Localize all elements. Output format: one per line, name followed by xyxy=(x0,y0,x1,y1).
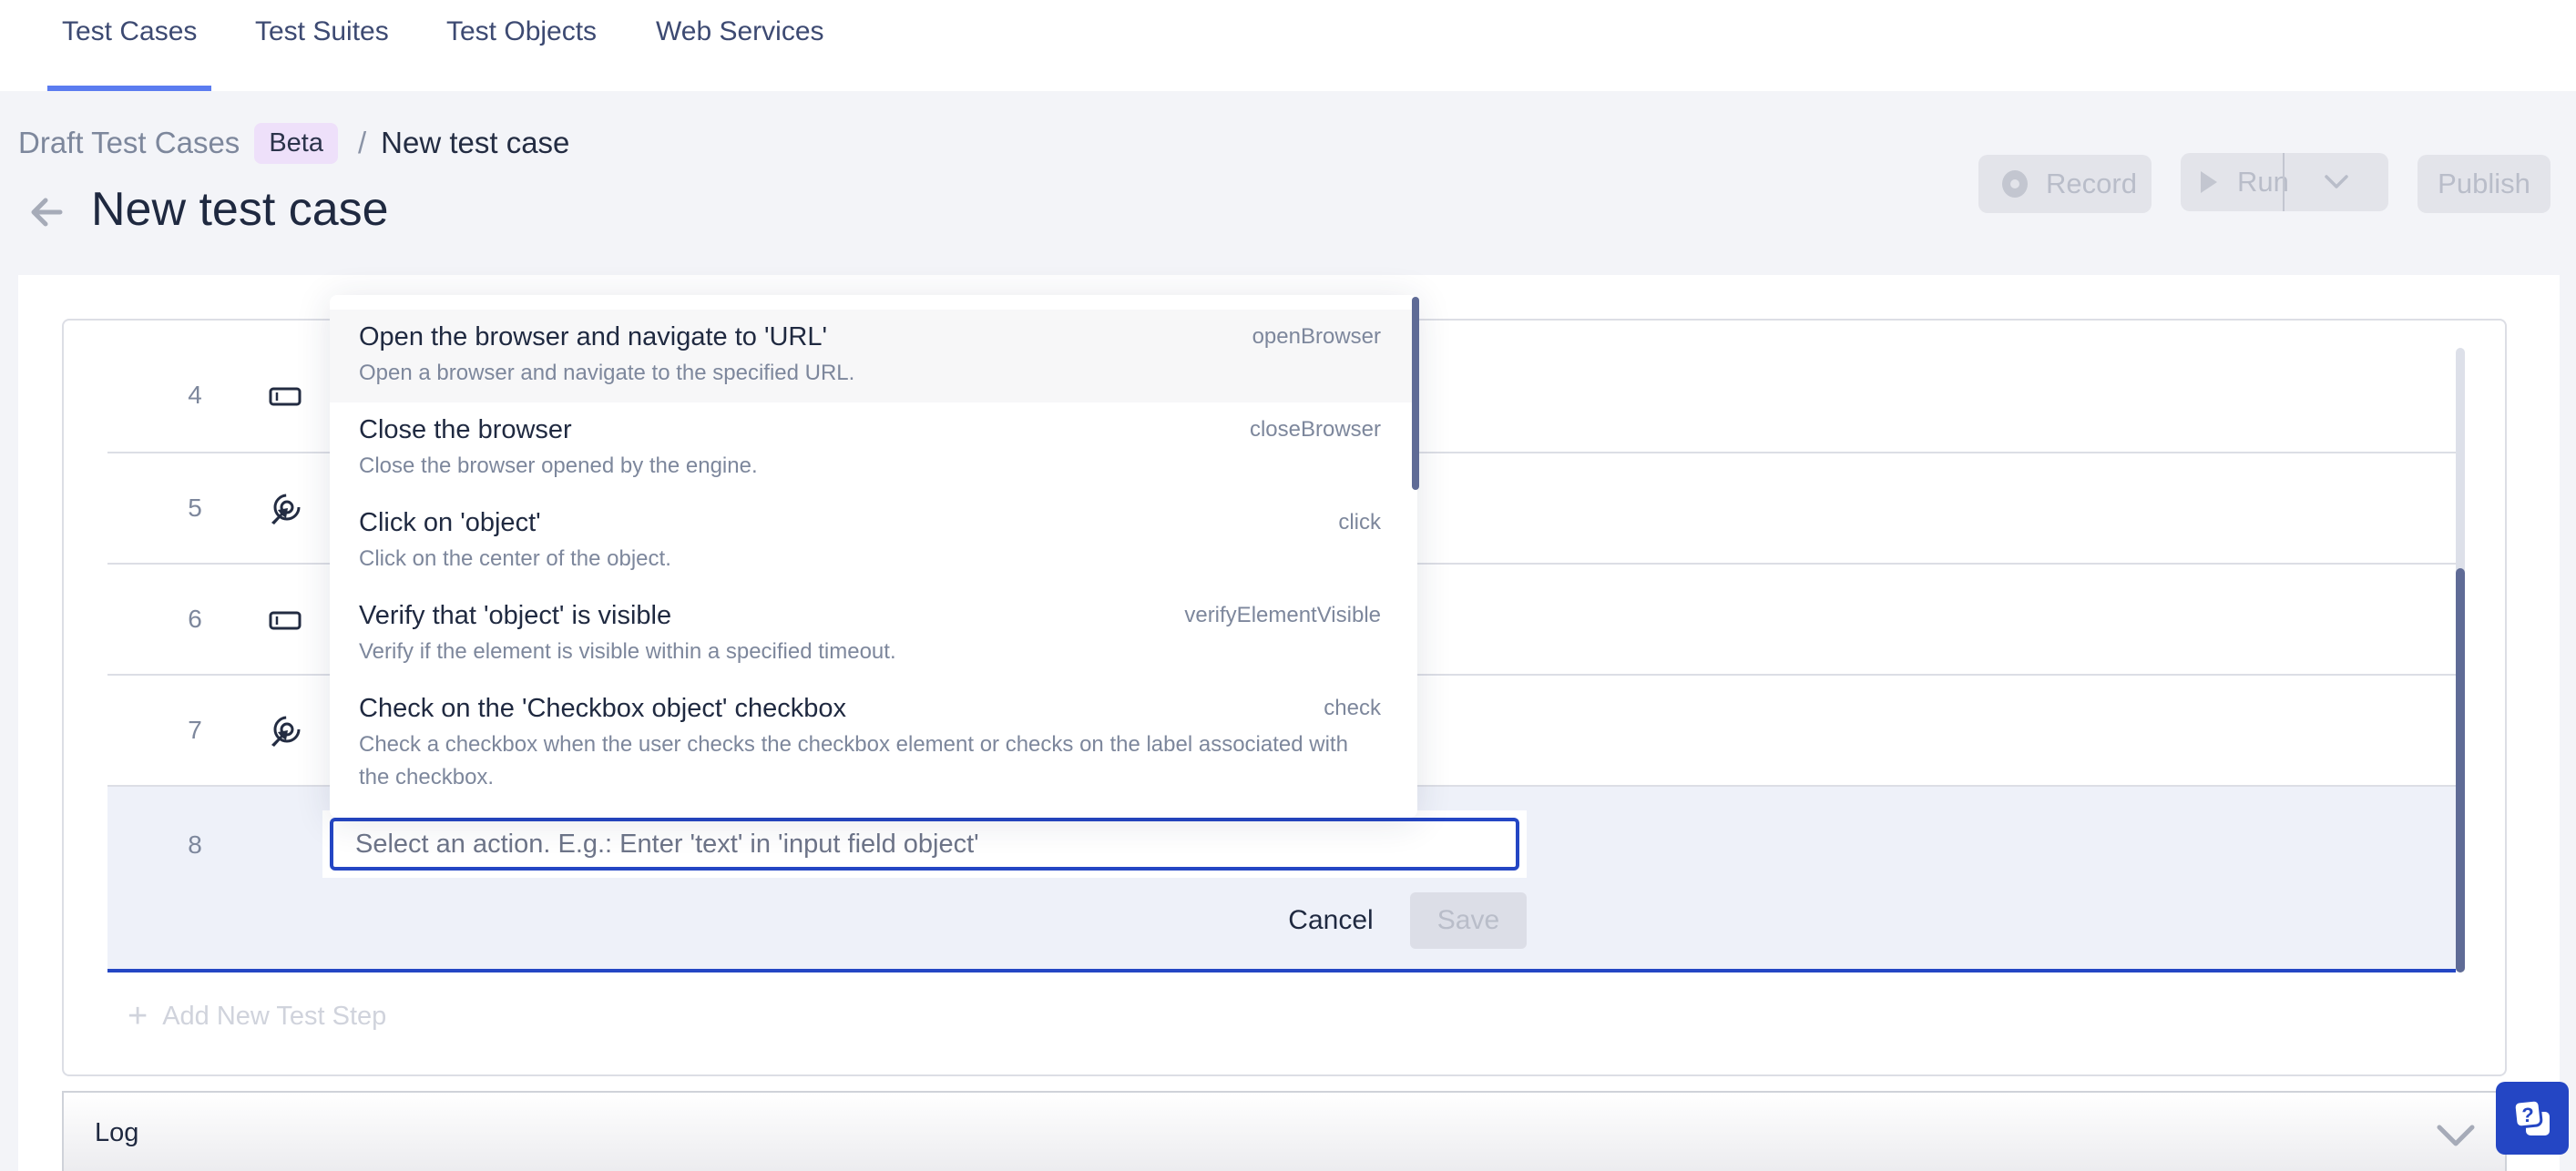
step-number: 8 xyxy=(188,830,202,859)
action-option-close-browser[interactable]: Close the browser Close the browser open… xyxy=(330,402,1414,495)
action-option-title: Verify that 'object' is visible xyxy=(359,601,672,630)
click-target-icon xyxy=(268,714,302,748)
step-number: 4 xyxy=(188,381,202,409)
breadcrumb-current: New test case xyxy=(381,126,570,159)
action-option-keyword: verifyElementVisible xyxy=(1184,603,1381,627)
action-option-description: Open a browser and navigate to the speci… xyxy=(359,361,855,385)
record-label: Record xyxy=(2046,168,2137,199)
action-option-keyword: closeBrowser xyxy=(1249,417,1381,442)
action-option-keyword: openBrowser xyxy=(1252,324,1381,349)
chevron-down-icon[interactable] xyxy=(2436,1124,2476,1149)
run-button-group: Run xyxy=(2181,153,2388,211)
action-option-keyword: check xyxy=(1324,696,1381,720)
action-option-title: Close the browser xyxy=(359,415,572,444)
action-search-input[interactable] xyxy=(330,818,1519,871)
action-option-check[interactable]: Check on the 'Checkbox object' checkbox … xyxy=(330,681,1414,818)
active-tab-indicator xyxy=(47,86,211,91)
action-option-title: Check on the 'Checkbox object' checkbox xyxy=(359,694,846,723)
step-number: 7 xyxy=(188,716,202,744)
run-button[interactable]: Run xyxy=(2181,153,2289,211)
page-title: New test case xyxy=(91,183,389,236)
breadcrumb-parent-link[interactable]: Draft Test Cases xyxy=(18,126,240,160)
add-new-test-step-button[interactable]: + Add New Test Step xyxy=(128,996,387,1035)
action-option-description: Verify if the element is visible within … xyxy=(359,639,896,664)
top-nav: Test Cases Test Suites Test Objects Web … xyxy=(0,0,2576,91)
publish-button[interactable]: Publish xyxy=(2418,155,2550,213)
run-options-dropdown[interactable] xyxy=(2285,153,2388,211)
action-option-keyword: click xyxy=(1338,510,1381,535)
breadcrumb-separator: / xyxy=(357,126,367,159)
tab-web-services[interactable]: Web Services xyxy=(656,16,824,91)
step-number: 5 xyxy=(188,494,202,522)
cancel-button[interactable]: Cancel xyxy=(1277,892,1385,949)
breadcrumb: Draft Test Cases Beta / New test case xyxy=(18,122,569,164)
record-icon xyxy=(2002,170,2028,198)
log-panel[interactable]: Log xyxy=(62,1091,2507,1171)
action-suggestions-dropdown: Open the browser and navigate to 'URL' O… xyxy=(330,295,1417,818)
record-button[interactable]: Record xyxy=(1978,155,2152,213)
click-target-icon xyxy=(268,492,302,526)
tab-test-cases[interactable]: Test Cases xyxy=(62,16,197,91)
action-option-title: Click on 'object' xyxy=(359,508,541,537)
tab-test-objects[interactable]: Test Objects xyxy=(446,16,597,91)
input-field-icon xyxy=(268,603,302,637)
steps-scrollbar-thumb[interactable] xyxy=(2456,568,2465,972)
action-option-click[interactable]: Click on 'object' Click on the center of… xyxy=(330,495,1414,588)
tab-test-suites[interactable]: Test Suites xyxy=(255,16,389,91)
play-icon xyxy=(2201,171,2217,193)
action-option-description: Check a checkbox when the user checks th… xyxy=(359,732,1348,789)
action-option-verify-visible[interactable]: Verify that 'object' is visible Verify i… xyxy=(330,588,1414,681)
action-option-open-browser[interactable]: Open the browser and navigate to 'URL' O… xyxy=(330,310,1414,402)
help-chat-button[interactable]: ? xyxy=(2496,1082,2569,1155)
action-option-description: Close the browser opened by the engine. xyxy=(359,453,758,478)
help-icon: ? xyxy=(2512,1098,2550,1135)
back-arrow-icon[interactable] xyxy=(27,193,66,231)
action-option-title: Open the browser and navigate to 'URL' xyxy=(359,322,828,351)
run-label: Run xyxy=(2237,166,2289,198)
input-field-icon xyxy=(268,379,302,413)
plus-icon: + xyxy=(128,996,148,1035)
chevron-down-icon xyxy=(2325,175,2348,188)
save-button[interactable]: Save xyxy=(1410,892,1527,949)
dropdown-scrollbar-thumb[interactable] xyxy=(1412,297,1419,490)
add-step-label: Add New Test Step xyxy=(162,1001,387,1031)
log-title: Log xyxy=(95,1118,139,1147)
beta-badge: Beta xyxy=(254,122,338,164)
action-option-description: Click on the center of the object. xyxy=(359,546,671,571)
step-number: 6 xyxy=(188,605,202,633)
svg-text:?: ? xyxy=(2521,1104,2533,1126)
